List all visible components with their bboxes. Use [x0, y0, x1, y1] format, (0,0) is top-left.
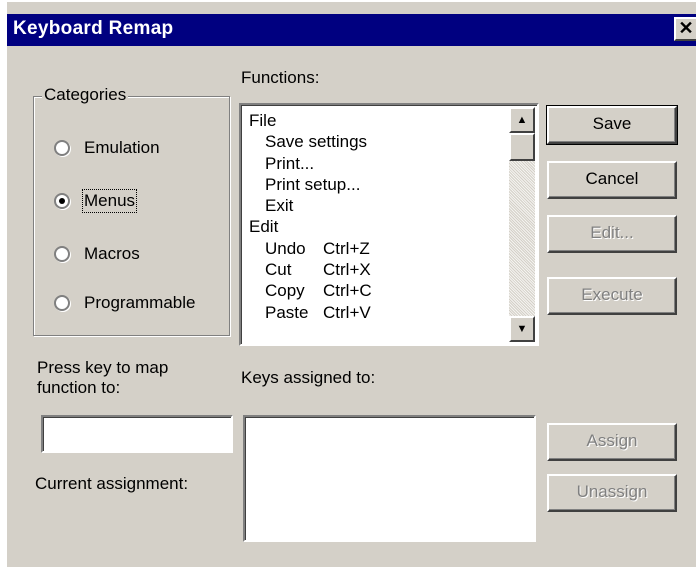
edit-button-label: Edit... — [590, 223, 634, 242]
edit-button[interactable]: Edit... — [547, 215, 677, 253]
functions-label: Functions: — [241, 68, 320, 87]
radio-emulation-label: Emulation — [84, 138, 160, 157]
function-list-item[interactable]: File — [249, 110, 511, 131]
function-list-item[interactable]: Cut Ctrl+X — [249, 259, 511, 280]
scroll-up-button[interactable]: ▲ — [509, 107, 535, 133]
function-name: Undo — [265, 238, 306, 258]
function-name: Copy — [265, 281, 305, 301]
function-list-item[interactable]: Print... — [249, 153, 511, 174]
functions-list: File Save settings Print... Print setup... E… — [249, 110, 511, 323]
execute-button-label: Execute — [581, 285, 643, 304]
radio-circle-icon[interactable] — [54, 295, 70, 311]
radio-macros[interactable]: Macros — [54, 242, 140, 266]
execute-button[interactable]: Execute — [547, 277, 677, 315]
function-list-item[interactable]: Paste Ctrl+V — [249, 302, 511, 323]
close-icon: ✕ — [678, 18, 694, 38]
function-list-item[interactable]: Undo Ctrl+Z — [249, 238, 511, 259]
radio-macros-label: Macros — [84, 244, 140, 263]
assign-button[interactable]: Assign — [547, 423, 677, 461]
scroll-thumb[interactable] — [509, 133, 535, 161]
scroll-down-button[interactable]: ▼ — [509, 316, 535, 342]
function-list-item[interactable]: Save settings — [249, 131, 511, 152]
function-shortcut: Ctrl+C — [323, 281, 372, 301]
function-shortcut: Ctrl+V — [323, 302, 371, 322]
current-assignment-label: Current assignment: — [35, 474, 189, 493]
arrow-down-icon: ▼ — [516, 323, 528, 335]
unassign-button[interactable]: Unassign — [547, 474, 677, 512]
function-list-item[interactable]: Print setup... — [249, 174, 511, 195]
radio-emulation[interactable]: Emulation — [54, 136, 160, 160]
radio-menus[interactable]: Menus — [54, 189, 138, 213]
functions-listbox[interactable]: File Save settings Print... Print setup... E… — [239, 103, 539, 346]
keys-assigned-label: Keys assigned to: — [241, 368, 376, 387]
window-title: Keyboard Remap — [13, 18, 174, 39]
categories-group: Categories Emulation Menus Macros Progra… — [33, 85, 230, 336]
categories-legend: Categories — [42, 85, 129, 105]
function-list-item[interactable]: Exit — [249, 195, 511, 216]
title-bar[interactable]: Keyboard Remap ✕ — [7, 14, 696, 46]
function-list-item[interactable]: Edit — [249, 216, 511, 237]
close-button[interactable]: ✕ — [674, 17, 696, 41]
radio-circle-icon[interactable] — [54, 140, 70, 156]
radio-circle-icon[interactable] — [54, 246, 70, 262]
cancel-button[interactable]: Cancel — [547, 161, 677, 199]
keyboard-remap-dialog: Keyboard Remap ✕ Categories Emulation Me… — [5, 2, 696, 567]
keys-assigned-listbox[interactable] — [243, 415, 536, 542]
function-shortcut: Ctrl+Z — [323, 238, 370, 258]
function-name: File — [249, 111, 277, 130]
functions-scrollbar[interactable]: ▲ ▼ — [509, 107, 535, 342]
assign-button-label: Assign — [586, 431, 638, 450]
press-key-label: Press key to map function to: — [37, 358, 169, 397]
function-shortcut: Ctrl+X — [323, 260, 371, 280]
arrow-up-icon: ▲ — [516, 114, 528, 126]
function-name: Print setup... — [265, 174, 361, 194]
function-name: Edit — [249, 217, 279, 237]
save-button[interactable]: Save — [546, 105, 678, 145]
radio-programmable-label: Programmable — [84, 293, 196, 312]
key-input[interactable] — [41, 415, 233, 453]
radio-programmable[interactable]: Programmable — [54, 291, 196, 315]
radio-menus-label: Menus — [81, 189, 138, 213]
function-name: Cut — [265, 260, 292, 280]
radio-checked-icon[interactable] — [54, 193, 70, 209]
unassign-button-label: Unassign — [576, 482, 648, 501]
function-list-item[interactable]: Copy Ctrl+C — [249, 280, 511, 301]
function-name: Print... — [265, 153, 315, 173]
save-button-label: Save — [592, 114, 632, 133]
function-name: Save settings — [265, 132, 368, 152]
cancel-button-label: Cancel — [585, 169, 639, 188]
function-name: Exit — [265, 196, 294, 216]
function-name: Paste — [265, 302, 309, 322]
